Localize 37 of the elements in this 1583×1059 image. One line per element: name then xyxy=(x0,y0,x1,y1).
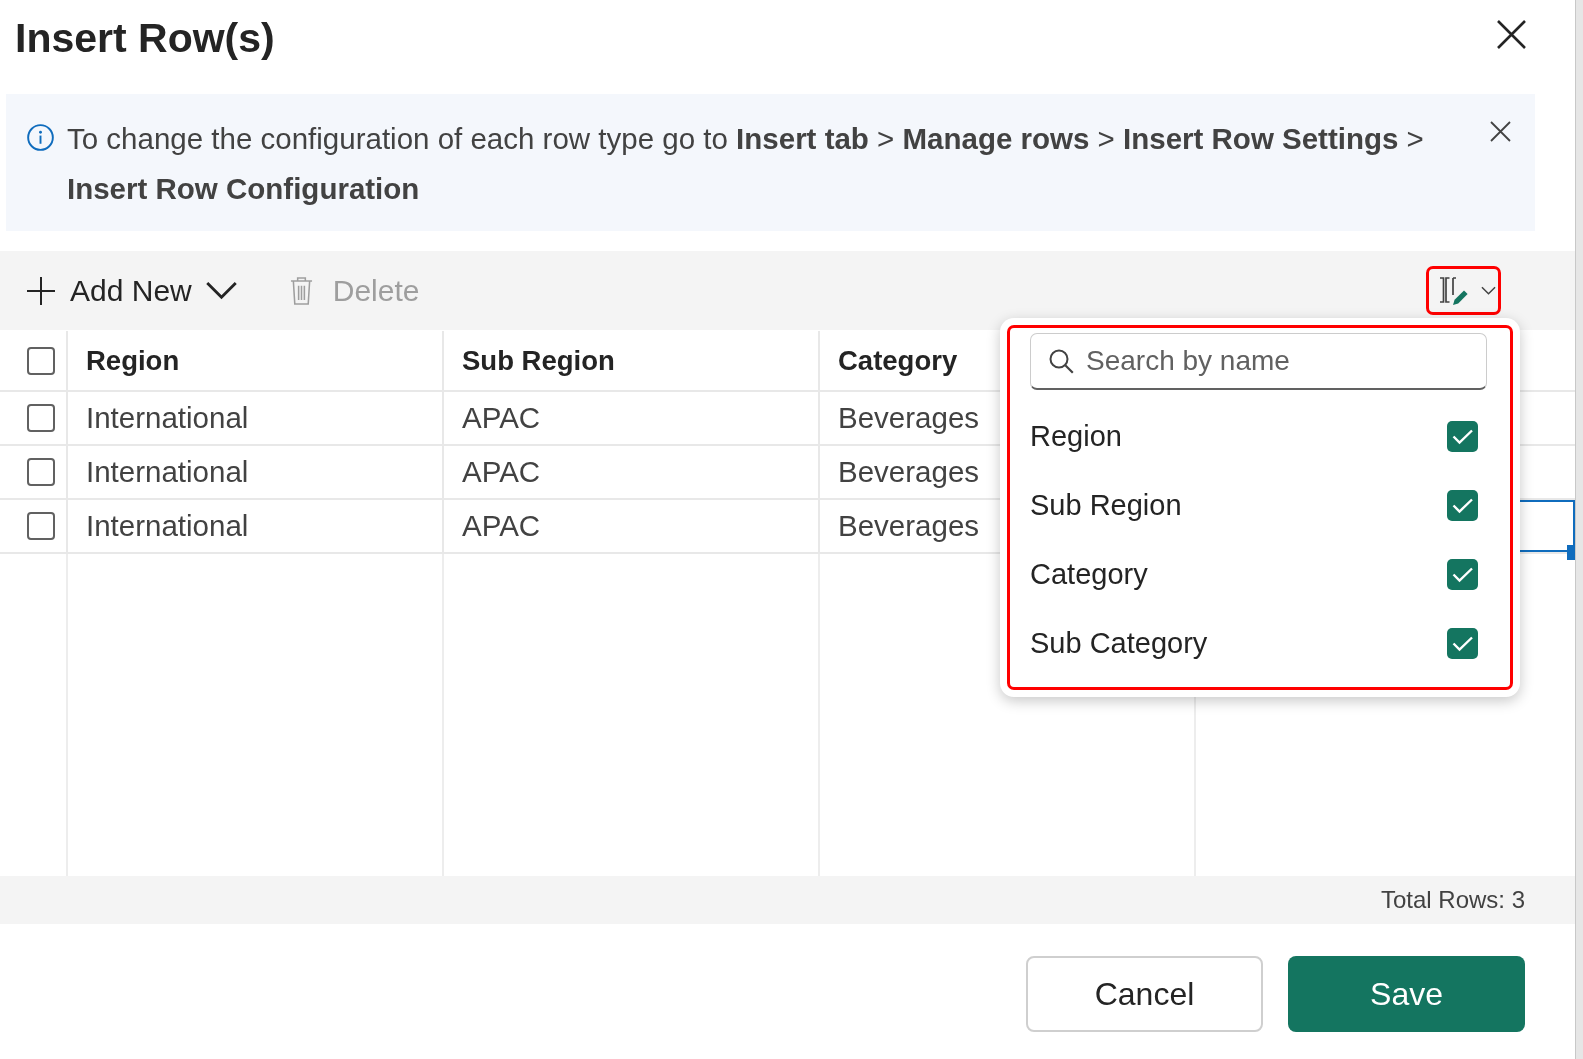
close-button[interactable] xyxy=(1497,20,1526,49)
chevron-down-icon xyxy=(204,281,238,300)
info-message: To change the configuration of each row type go to Insert tab > Manage rows > Insert Row Settings > Insert Row Configuration xyxy=(67,121,1425,207)
column-chooser-button[interactable] xyxy=(1426,266,1501,315)
close-icon xyxy=(1490,121,1511,142)
checkbox[interactable] xyxy=(1447,490,1478,521)
chevron-down-icon xyxy=(1481,286,1496,295)
cancel-button[interactable]: Cancel xyxy=(1026,956,1263,1032)
column-header[interactable]: Sub Region xyxy=(444,331,820,392)
column-header[interactable]: Region xyxy=(68,331,444,392)
checkbox[interactable] xyxy=(27,346,55,375)
table-cell: APAC xyxy=(444,500,820,554)
column-option[interactable]: Sub Category xyxy=(1030,609,1487,678)
dismiss-button[interactable] xyxy=(1490,121,1511,142)
save-button[interactable]: Save xyxy=(1288,956,1525,1032)
add-new-button[interactable]: Add New xyxy=(27,273,238,308)
table-cell: International xyxy=(68,446,444,500)
checkbox[interactable] xyxy=(27,404,55,432)
trash-icon xyxy=(289,275,313,306)
dialog-title: Insert Row(s) xyxy=(15,14,275,63)
search-icon xyxy=(1049,349,1074,374)
checkbox[interactable] xyxy=(27,512,55,540)
checkbox[interactable] xyxy=(1447,559,1478,590)
close-icon xyxy=(1497,20,1526,49)
checkbox[interactable] xyxy=(27,458,55,486)
plus-icon xyxy=(27,276,55,305)
table-cell: International xyxy=(68,392,444,446)
checkbox[interactable] xyxy=(1447,628,1478,659)
table-cell: International xyxy=(68,500,444,554)
fill-handle[interactable] xyxy=(1567,545,1575,560)
column-edit-icon xyxy=(1438,275,1469,306)
total-rows-label: Total Rows: 3 xyxy=(1380,886,1525,914)
table-cell: APAC xyxy=(444,392,820,446)
checkbox[interactable] xyxy=(1447,421,1478,452)
info-icon xyxy=(27,124,54,151)
search-field[interactable]: Search by name xyxy=(1030,333,1487,390)
table-cell: APAC xyxy=(444,446,820,500)
